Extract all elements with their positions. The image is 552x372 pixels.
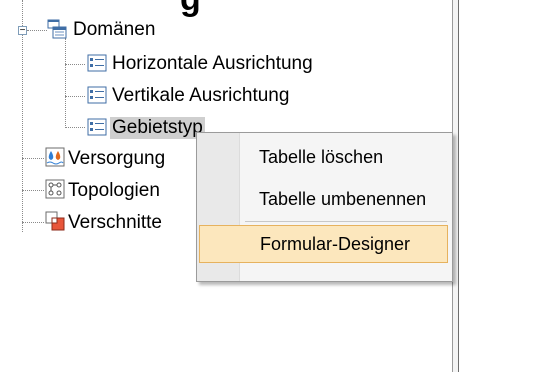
tree-line [65,96,85,97]
menu-item-label: Tabelle löschen [259,146,384,167]
cropped-heading: g [180,0,201,19]
menu-item-form-designer[interactable]: Formular-Designer [199,225,448,263]
tree-item-domains[interactable]: Domänen [73,19,155,41]
topology-icon [45,179,65,199]
utility-network-icon [45,147,65,167]
tree-item-topologies[interactable]: Topologien [68,180,160,202]
tree-item-label: Versorgung [68,148,166,169]
tree-item-supply[interactable]: Versorgung [68,148,165,170]
tree-line [22,190,44,191]
context-menu: Tabelle löschen Tabelle umbenennen Formu… [196,132,453,282]
tree-line [65,127,85,128]
tree-item-intersections[interactable]: Verschnitte [68,212,162,234]
tree-item-area-type[interactable]: Gebietstyp [110,117,205,139]
table-group-icon [47,19,67,39]
menu-item-label: Formular-Designer [260,233,411,254]
pane-splitter[interactable] [452,0,459,372]
tree-item-label: Gebietstyp [110,117,205,139]
tree-item-label: Domänen [73,19,156,40]
tree-item-label: Topologien [68,180,160,201]
menu-item-rename-table[interactable]: Tabelle umbenennen [197,181,452,217]
table-icon [87,118,107,136]
menu-item-delete-table[interactable]: Tabelle löschen [197,139,452,175]
overlay-icon [45,211,65,231]
table-icon [87,86,107,104]
menu-separator [245,221,447,222]
tree-item-label: Horizontale Ausrichtung [112,53,313,74]
tree-item-label: Verschnitte [68,212,162,233]
tree-line [22,158,44,159]
table-icon [87,54,107,72]
tree-item-vertical-alignment[interactable]: Vertikale Ausrichtung [112,85,289,107]
tree-line [65,38,66,128]
tree-item-label: Vertikale Ausrichtung [112,85,290,106]
tree-line [22,222,44,223]
tree-item-horizontal-alignment[interactable]: Horizontale Ausrichtung [112,53,313,75]
menu-item-label: Tabelle umbenennen [259,188,427,209]
collapse-expander[interactable]: − [18,26,27,36]
tree-line [27,30,47,31]
tree-line [65,64,85,65]
